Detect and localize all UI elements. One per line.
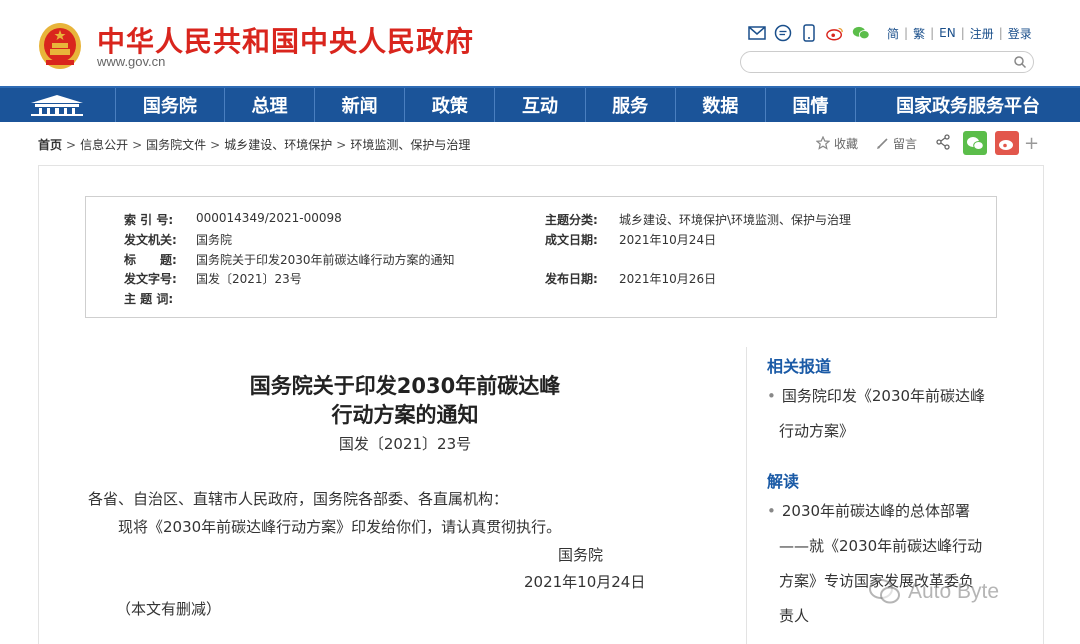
- article-doc-number: 国发〔2021〕23号: [338, 435, 472, 453]
- index-value: 000014349/2021-00098: [196, 211, 342, 225]
- breadcrumb: 首页 > 信息公开 > 国务院文件 > 城乡建设、环境保护 > 环境监测、保护与治理: [38, 138, 471, 152]
- related-reports-heading: 相关报道: [767, 357, 832, 376]
- nav-item-data[interactable]: 数据: [676, 88, 766, 122]
- comment-label: 留言: [893, 136, 918, 151]
- written-date-label: 成文日期:: [545, 233, 598, 247]
- star-icon: [816, 136, 830, 150]
- message-icon[interactable]: [774, 24, 792, 42]
- nav-item-policy[interactable]: 政策: [405, 88, 496, 122]
- keywords-label: 主 题 词:: [124, 292, 174, 306]
- wechat-icon[interactable]: [852, 24, 870, 42]
- more-share-button[interactable]: +: [1024, 133, 1039, 154]
- breadcrumb-home[interactable]: 首页: [38, 138, 62, 152]
- nav-item-interaction[interactable]: 互动: [495, 88, 586, 122]
- article-addressee: 各省、自治区、直辖市人民政府，国务院各部委、各直属机构：: [88, 490, 509, 508]
- nav-item-premier[interactable]: 总理: [225, 88, 316, 122]
- article-date: 2021年10月24日: [524, 573, 646, 591]
- breadcrumb-environment-monitoring[interactable]: 环境监测、保护与治理: [350, 138, 470, 152]
- share-toolbar: 收藏 留言 +: [816, 131, 1039, 155]
- interpretation-line2: ——就《2030年前碳达峰行动: [779, 537, 983, 555]
- mobile-icon[interactable]: [800, 24, 818, 42]
- title-value: 国务院关于印发2030年前碳达峰行动方案的通知: [196, 253, 455, 267]
- article-title-line2: 行动方案的通知: [331, 403, 479, 427]
- index-label: 索 引 号:: [124, 213, 174, 227]
- site-url[interactable]: www.gov.cn: [97, 54, 165, 69]
- document-metadata-table: 索 引 号: 000014349/2021-00098 主题分类: 城乡建设、环…: [85, 196, 997, 318]
- comment-button[interactable]: 留言: [876, 135, 917, 152]
- national-emblem-logo[interactable]: [38, 22, 82, 70]
- favorite-label: 收藏: [834, 136, 859, 151]
- article-title: 国务院关于印发2030年前碳达峰 行动方案的通知: [160, 372, 650, 430]
- share-icon[interactable]: [935, 133, 951, 153]
- doc-number-value: 国发〔2021〕23号: [196, 272, 302, 286]
- search-icon[interactable]: [1013, 55, 1027, 69]
- nav-item-service-platform[interactable]: 国家政务服务平台: [856, 88, 1080, 122]
- home-building-icon[interactable]: [0, 88, 116, 122]
- related-report-line2: 行动方案》: [779, 422, 855, 440]
- publish-date-label: 发布日期:: [545, 272, 598, 286]
- mail-icon[interactable]: [748, 24, 766, 42]
- weibo-icon[interactable]: [826, 24, 844, 42]
- interpretation-line1: 2030年前碳达峰的总体部署: [781, 502, 971, 520]
- nav-item-news[interactable]: 新闻: [315, 88, 406, 122]
- favorite-button[interactable]: 收藏: [816, 135, 858, 152]
- pencil-icon: [877, 137, 888, 149]
- article-title-line1: 国务院关于印发2030年前碳达峰: [249, 374, 561, 398]
- interpretation-heading: 解读: [767, 472, 800, 491]
- top-tools: 简 | 繁 | EN | 注册 | 登录: [748, 24, 1037, 42]
- article-signer: 国务院: [558, 546, 604, 564]
- issuer-value: 国务院: [196, 233, 233, 247]
- interpretation-link[interactable]: • 2030年前碳达峰的总体部署 ——就《2030年前碳达峰行动 方案》专访国家发…: [767, 494, 1007, 634]
- issuer-label: 发文机关:: [124, 233, 177, 247]
- lang-english-link[interactable]: EN: [934, 26, 961, 40]
- watermark: Auto Byte: [868, 578, 999, 606]
- site-header: 中华人民共和国中央人民政府 www.gov.cn 简 | 繁 | EN | 注册 | 登…: [0, 0, 1080, 86]
- login-link[interactable]: 登录: [1003, 25, 1037, 42]
- related-report-link[interactable]: • 国务院印发《2030年前碳达峰 行动方案》: [767, 379, 1007, 449]
- lang-traditional-link[interactable]: 繁: [908, 25, 930, 42]
- nav-item-national-profile[interactable]: 国情: [766, 88, 857, 122]
- written-date-value: 2021年10月24日: [619, 233, 717, 247]
- share-weibo-button[interactable]: [995, 131, 1020, 155]
- doc-number-label: 发文字号:: [124, 272, 177, 286]
- register-link[interactable]: 注册: [965, 25, 999, 42]
- share-wechat-button[interactable]: [963, 131, 988, 155]
- nav-item-state-council[interactable]: 国务院: [116, 88, 225, 122]
- watermark-text: Auto Byte: [908, 580, 1000, 603]
- article-body: 现将《2030年前碳达峰行动方案》印发给你们，请认真贯彻执行。: [118, 518, 562, 536]
- language-links: 简 | 繁 | EN | 注册 | 登录: [882, 25, 1037, 42]
- topic-label: 主题分类:: [545, 213, 598, 227]
- nav-item-services[interactable]: 服务: [586, 88, 676, 122]
- title-label: 标 题:: [124, 253, 177, 267]
- sidebar-divider: [746, 347, 747, 644]
- breadcrumb-info-disclosure[interactable]: 信息公开: [80, 138, 128, 152]
- topic-value: 城乡建设、环境保护\环境监测、保护与治理: [619, 213, 852, 227]
- wechat-watermark-icon: [869, 579, 900, 604]
- related-report-line1: 国务院印发《2030年前碳达峰: [781, 387, 986, 405]
- publish-date-value: 2021年10月26日: [619, 272, 717, 286]
- breadcrumb-state-council-docs[interactable]: 国务院文件: [146, 138, 206, 152]
- weibo-icon: [999, 139, 1014, 150]
- search-input[interactable]: [740, 51, 1034, 73]
- article-note: （本文有删减）: [116, 600, 222, 618]
- wechat-icon: [967, 136, 984, 150]
- lang-simplified-link[interactable]: 简: [882, 25, 904, 42]
- main-nav: 国务院 总理 新闻 政策 互动 服务 数据 国情 国家政务服务平台: [0, 86, 1080, 122]
- breadcrumb-urban-environment[interactable]: 城乡建设、环境保护: [224, 138, 332, 152]
